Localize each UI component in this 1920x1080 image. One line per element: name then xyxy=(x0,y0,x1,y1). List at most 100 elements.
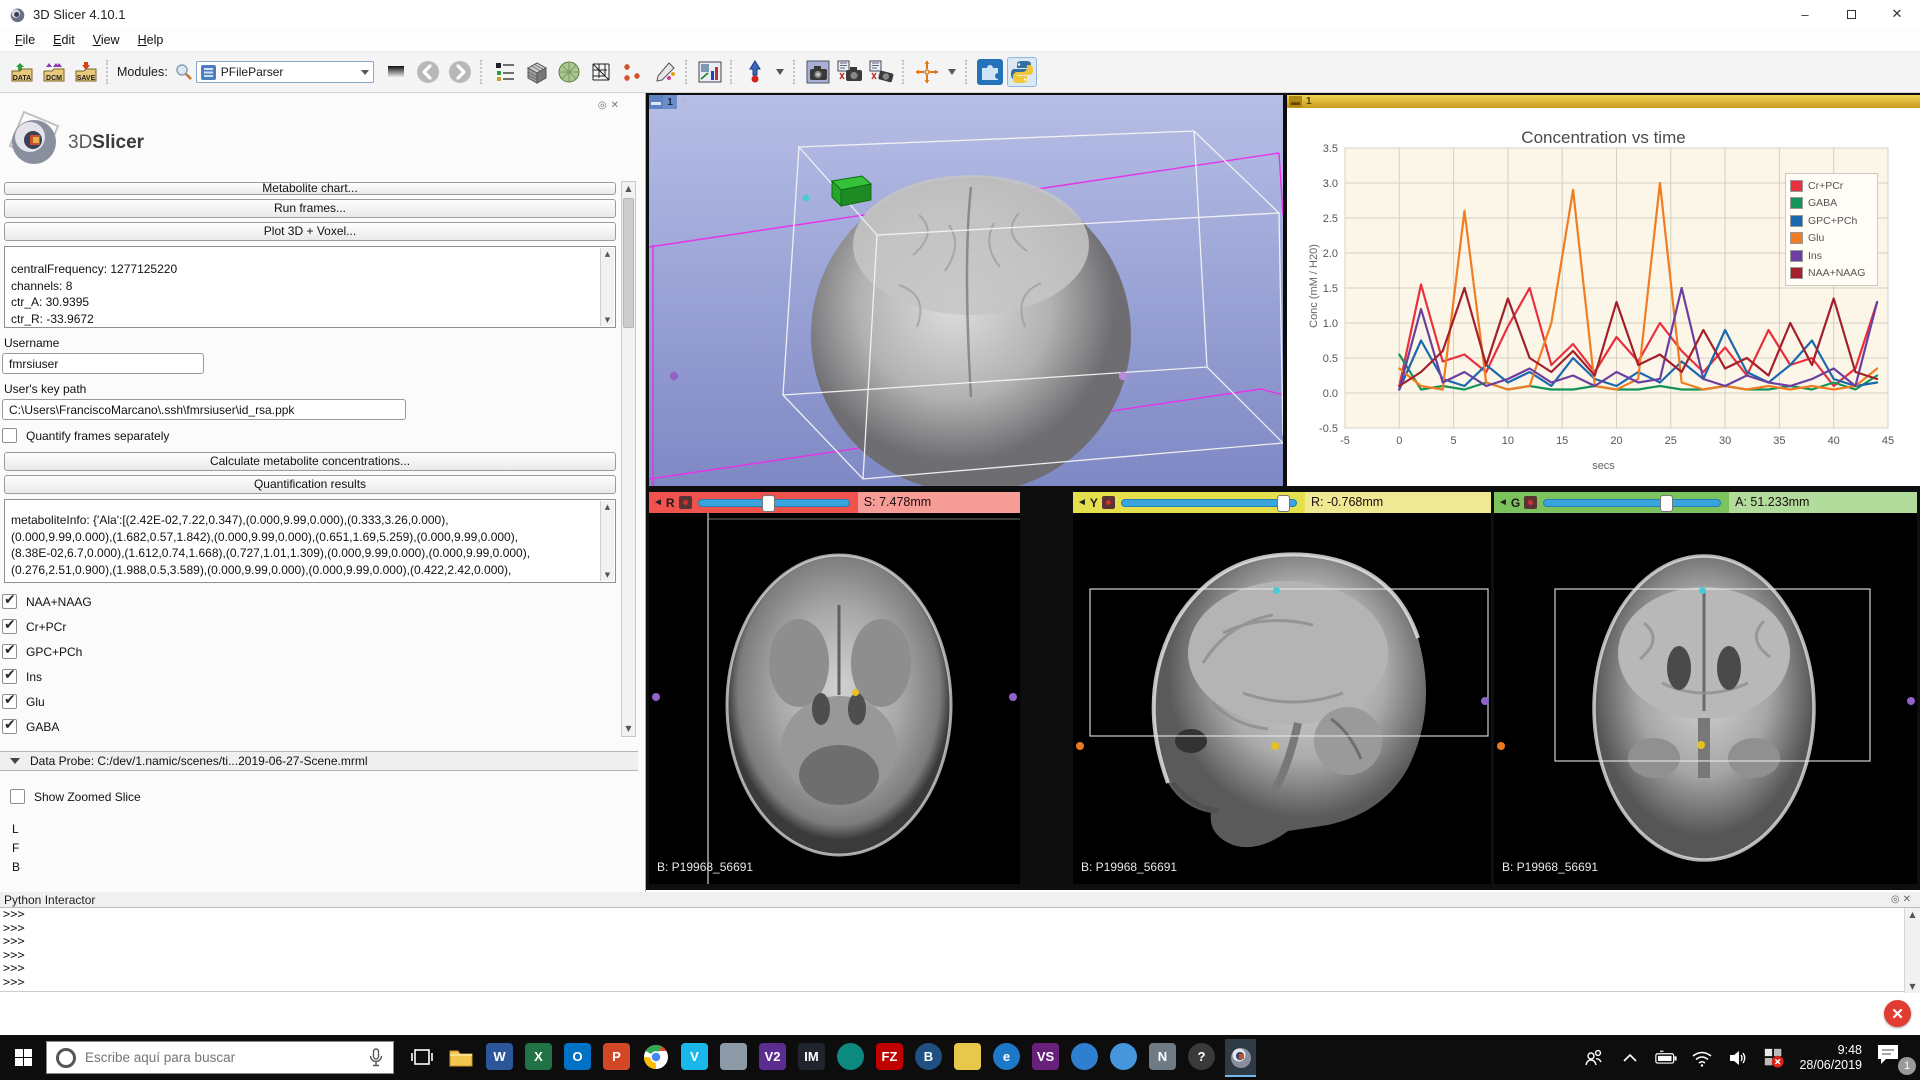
fiducial-icon[interactable] xyxy=(740,57,770,87)
search-input[interactable] xyxy=(85,1050,359,1065)
panel-header-icons[interactable]: ◎✕ xyxy=(598,100,623,111)
start-button[interactable] xyxy=(0,1035,46,1080)
mesh-icon[interactable] xyxy=(586,57,616,87)
scroll-down-arrow[interactable]: ▼ xyxy=(622,722,635,736)
pin-icon[interactable]: ▬ xyxy=(649,95,663,109)
metabolite-checkbox[interactable] xyxy=(2,719,17,734)
taskbar-app-b-app[interactable]: B xyxy=(913,1039,944,1077)
slice-offset-value[interactable]: R: -0.768mm xyxy=(1305,492,1491,513)
models-sphere-icon[interactable] xyxy=(554,57,584,87)
taskbar-app-outlook[interactable]: O xyxy=(562,1039,593,1077)
scene-view-restore-icon[interactable] xyxy=(867,57,897,87)
python-interactor-header[interactable]: Python Interactor ◎✕ xyxy=(0,892,1920,907)
sagittal-slice-image[interactable]: B: P19968_56691 xyxy=(1073,513,1491,884)
crosshair-dropdown-icon[interactable] xyxy=(944,57,960,87)
markups-icon[interactable] xyxy=(618,57,648,87)
wifi-icon[interactable] xyxy=(1691,1047,1713,1069)
taskbar-app-task-view[interactable] xyxy=(406,1039,437,1077)
plot-3d-voxel-button[interactable]: Plot 3D + Voxel... xyxy=(4,222,616,241)
minimize-button[interactable]: – xyxy=(1782,0,1828,28)
textbox-scrollbar[interactable]: ▲▼ xyxy=(600,501,614,581)
taskbar-app-powerpoint[interactable]: P xyxy=(601,1039,632,1077)
quantification-results-button[interactable]: Quantification results xyxy=(4,475,616,494)
module-tree-icon[interactable] xyxy=(490,57,520,87)
panel-scrollbar[interactable]: ▲ ▼ xyxy=(621,181,636,737)
pin-icon[interactable]: ◄ xyxy=(1077,497,1087,508)
screenshot-icon[interactable] xyxy=(803,57,833,87)
taskbar-app-implab[interactable]: IM xyxy=(796,1039,827,1077)
crosshair-icon[interactable] xyxy=(912,57,942,87)
red-slice-bar[interactable]: ◄ R S: 7.478mm xyxy=(649,492,1020,513)
slice-offset-value[interactable]: S: 7.478mm xyxy=(858,492,1020,513)
layout-chart-icon[interactable] xyxy=(695,57,725,87)
taskbar-app-video-app[interactable]: V xyxy=(679,1039,710,1077)
chevron-up-icon[interactable] xyxy=(1619,1047,1641,1069)
taskbar-app-word[interactable]: W xyxy=(484,1039,515,1077)
slice-view-yellow[interactable]: ◄ Y R: -0.768mm B xyxy=(1073,492,1491,884)
python-console-icon[interactable] xyxy=(1007,57,1037,87)
back-arrow-icon[interactable] xyxy=(413,57,443,87)
metabolite-checkbox[interactable] xyxy=(2,694,17,709)
slice-view-red[interactable]: ◄ R S: 7.478mm xyxy=(649,492,1020,884)
metabolite-checkbox[interactable] xyxy=(2,594,17,609)
slice-offset-slider[interactable] xyxy=(1543,499,1721,507)
center-view-icon[interactable]: ✧ xyxy=(680,95,689,109)
metabolite-checkbox-row[interactable]: Ins xyxy=(2,664,645,689)
extensions-icon[interactable] xyxy=(975,57,1005,87)
save-icon[interactable]: SAVE xyxy=(71,57,101,87)
panel-float-close-icons[interactable]: ◎✕ xyxy=(1891,894,1914,905)
taskbar-app-visual-studio[interactable]: VS xyxy=(1030,1039,1061,1077)
textbox-scrollbar[interactable]: ▲▼ xyxy=(600,248,614,326)
quantify-checkbox[interactable] xyxy=(2,428,17,443)
taskbar-app-help-app[interactable]: ? xyxy=(1186,1039,1217,1077)
show-zoomed-checkbox[interactable] xyxy=(10,789,25,804)
username-input[interactable] xyxy=(2,353,204,374)
axial-slice-image[interactable]: B: P19968_56691 xyxy=(649,513,1020,884)
metabolite-checkbox[interactable] xyxy=(2,619,17,634)
menu-item-edit[interactable]: Edit xyxy=(44,30,84,50)
metabolite-info-textbox[interactable]: metaboliteInfo: {'Ala':[(2.42E-02,7.22,0… xyxy=(4,499,616,583)
module-history-icon[interactable] xyxy=(381,57,411,87)
volume-icon[interactable] xyxy=(1727,1047,1749,1069)
menu-item-help[interactable]: Help xyxy=(129,30,173,50)
volume-cube-icon[interactable] xyxy=(522,57,552,87)
annotations-icon[interactable] xyxy=(650,57,680,87)
header-info-textbox[interactable]: centralFrequency: 1277125220channels: 8c… xyxy=(4,246,616,328)
slice-offset-value[interactable]: A: 51.233mm xyxy=(1729,492,1917,513)
threed-view-controller[interactable]: ▬ 1 ✧ xyxy=(649,95,689,109)
run-frames-button[interactable]: Run frames... xyxy=(4,199,616,218)
taskbar-app-excel[interactable]: X xyxy=(523,1039,554,1077)
slice-offset-slider[interactable] xyxy=(698,499,850,507)
load-data-icon[interactable]: DATA xyxy=(7,57,37,87)
taskbar-app-blue-tool[interactable]: e xyxy=(991,1039,1022,1077)
taskbar-app-chrome[interactable] xyxy=(640,1039,671,1077)
metabolite-checkbox-row[interactable]: Cr+PCr xyxy=(2,614,645,639)
taskbar-app-file-explorer[interactable] xyxy=(445,1039,476,1077)
python-console[interactable]: >>> >>> >>> >>> >>> >>> ▲▼ xyxy=(0,907,1920,992)
calculate-concentrations-button[interactable]: Calculate metabolite concentrations... xyxy=(4,452,616,471)
scroll-thumb[interactable] xyxy=(623,198,634,328)
taskbar-clock[interactable]: 9:48 28/06/2019 xyxy=(1799,1043,1862,1073)
scroll-up-arrow[interactable]: ▲ xyxy=(622,182,635,196)
taskbar-app-filezilla[interactable]: FZ xyxy=(874,1039,905,1077)
taskbar-app-n-app[interactable]: N xyxy=(1147,1039,1178,1077)
slice-view-green[interactable]: ◄ G A: 51.233mm xyxy=(1494,492,1917,884)
notification-center-icon[interactable]: 1 xyxy=(1876,1043,1910,1073)
console-scrollbar[interactable]: ▲▼ xyxy=(1904,908,1920,993)
data-probe-header[interactable]: Data Probe: C:/dev/1.namic/scenes/ti...2… xyxy=(0,751,638,771)
people-icon[interactable] xyxy=(1583,1047,1605,1069)
taskbar-app-dev-tool-1[interactable] xyxy=(1069,1039,1100,1077)
load-dicom-icon[interactable]: DCM xyxy=(39,57,69,87)
chart-view[interactable]: ▬ 1 Concentration vs time -5051015202530… xyxy=(1287,95,1920,486)
threed-view[interactable]: ▬ 1 ✧ xyxy=(649,95,1283,486)
module-search-icon[interactable] xyxy=(173,57,195,87)
battery-icon[interactable] xyxy=(1655,1047,1677,1069)
slice-menu-icon[interactable] xyxy=(679,496,692,509)
menu-item-view[interactable]: View xyxy=(84,30,129,50)
slice-offset-slider[interactable] xyxy=(1121,499,1297,507)
fiducial-dropdown-icon[interactable] xyxy=(772,57,788,87)
metabolite-chart-button[interactable]: Metabolite chart... xyxy=(4,182,616,195)
metabolite-checkbox-row[interactable]: GPC+PCh xyxy=(2,639,645,664)
metabolite-checkbox-row[interactable]: Glu xyxy=(2,689,645,714)
maximize-button[interactable] xyxy=(1828,0,1874,28)
